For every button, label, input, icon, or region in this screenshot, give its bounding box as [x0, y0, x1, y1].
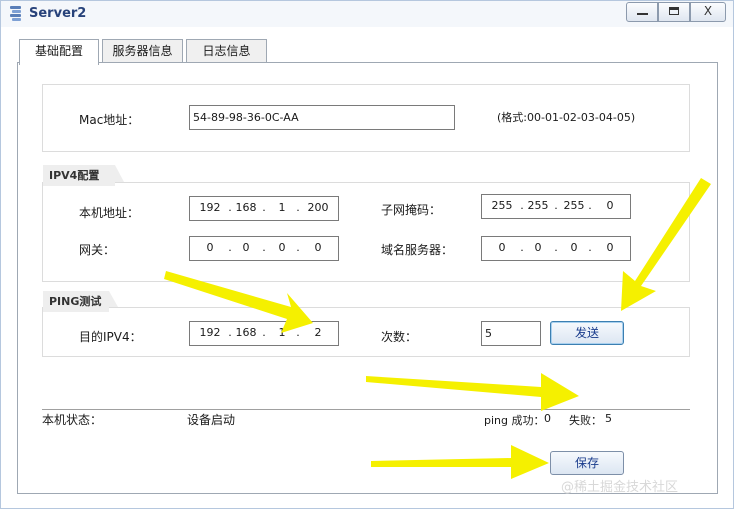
gateway-octet-2: 0 — [242, 241, 250, 254]
gateway-octet-4: 0 — [314, 241, 322, 254]
dest-octet-2: 168 — [235, 326, 257, 339]
ip-dot: . — [296, 241, 300, 254]
device-status-value: 设备启动 — [187, 413, 236, 427]
ip-dot: . — [554, 241, 558, 254]
count-label: 次数： — [381, 330, 418, 344]
section-tab-edge — [105, 291, 118, 307]
status-divider — [42, 409, 690, 410]
server2-window: Server2 X 基础配置 服务器信息 日志信息 Mac地址： 54-89-9… — [0, 0, 734, 509]
ip-dot: . — [262, 326, 266, 339]
local-ip-octet-2: 168 — [235, 201, 257, 214]
maximize-icon — [669, 7, 679, 15]
gateway-label: 网关： — [79, 243, 116, 257]
gateway-input[interactable]: 0 . 0 . 0 . 0 — [189, 236, 339, 261]
ip-dot: . — [262, 241, 266, 254]
ip-dot: . — [588, 199, 592, 212]
watermark: @稀土掘金技术社区 — [561, 480, 679, 495]
save-button[interactable]: 保存 — [550, 451, 624, 475]
minimize-icon — [637, 13, 648, 15]
mac-label: Mac地址： — [79, 113, 140, 127]
local-ip-octet-3: 1 — [278, 201, 286, 214]
count-input[interactable]: 5 — [481, 321, 541, 346]
dest-ipv4-label: 目的IPV4： — [79, 330, 142, 344]
ip-dot: . — [296, 201, 300, 214]
ip-dot: . — [296, 326, 300, 339]
dns-octet-4: 0 — [606, 241, 614, 254]
device-status-label: 本机状态： — [42, 413, 103, 427]
subnet-mask-input[interactable]: 255 . 255 . 255 . 0 — [481, 194, 631, 219]
dest-octet-4: 2 — [314, 326, 322, 339]
tab-log-info[interactable]: 日志信息 — [186, 39, 267, 63]
tab-server-info[interactable]: 服务器信息 — [102, 39, 183, 63]
title-bar[interactable]: Server2 X — [1, 1, 733, 27]
ip-dot: . — [588, 241, 592, 254]
fail-label: 失败： — [569, 414, 602, 427]
local-ip-octet-4: 200 — [307, 201, 329, 214]
close-button[interactable]: X — [690, 2, 726, 22]
ping-success-count: 0 — [544, 412, 551, 425]
maximize-button[interactable] — [658, 2, 690, 22]
dest-octet-1: 192 — [199, 326, 221, 339]
dest-ipv4-input[interactable]: 192 . 168 . 1 . 2 — [189, 321, 339, 346]
gateway-octet-1: 0 — [206, 241, 214, 254]
ping-success-label: ping 成功： — [484, 414, 545, 427]
mac-format-hint: (格式:00-01-02-03-04-05) — [497, 111, 636, 124]
dns-octet-3: 0 — [570, 241, 578, 254]
local-ip-label: 本机地址： — [79, 206, 140, 220]
dns-octet-1: 0 — [498, 241, 506, 254]
ip-dot: . — [262, 201, 266, 214]
tab-basic-config[interactable]: 基础配置 — [19, 39, 99, 65]
minimize-button[interactable] — [626, 2, 658, 22]
mask-octet-4: 0 — [606, 199, 614, 212]
subnet-mask-label: 子网掩码： — [381, 203, 442, 217]
mask-octet-2: 255 — [527, 199, 549, 212]
mac-input[interactable]: 54-89-98-36-0C-AA — [189, 105, 455, 130]
mask-octet-1: 255 — [491, 199, 513, 212]
local-ip-octet-1: 192 — [199, 201, 221, 214]
window-title: Server2 — [29, 6, 87, 21]
server-app-icon — [10, 6, 21, 21]
fail-count: 5 — [605, 412, 612, 425]
gateway-octet-3: 0 — [278, 241, 286, 254]
mask-octet-3: 255 — [563, 199, 585, 212]
local-ip-input[interactable]: 192 . 168 . 1 . 200 — [189, 196, 339, 221]
dns-input[interactable]: 0 . 0 . 0 . 0 — [481, 236, 631, 261]
section-tab-edge — [111, 165, 124, 182]
send-button[interactable]: 发送 — [550, 321, 624, 345]
dns-label: 域名服务器： — [381, 243, 454, 257]
ip-dot: . — [554, 199, 558, 212]
close-icon: X — [703, 4, 713, 18]
dns-octet-2: 0 — [534, 241, 542, 254]
dest-octet-3: 1 — [278, 326, 286, 339]
ipv4-section-label: IPV4配置 — [43, 165, 115, 186]
ping-section-label: PING测试 — [43, 291, 109, 312]
